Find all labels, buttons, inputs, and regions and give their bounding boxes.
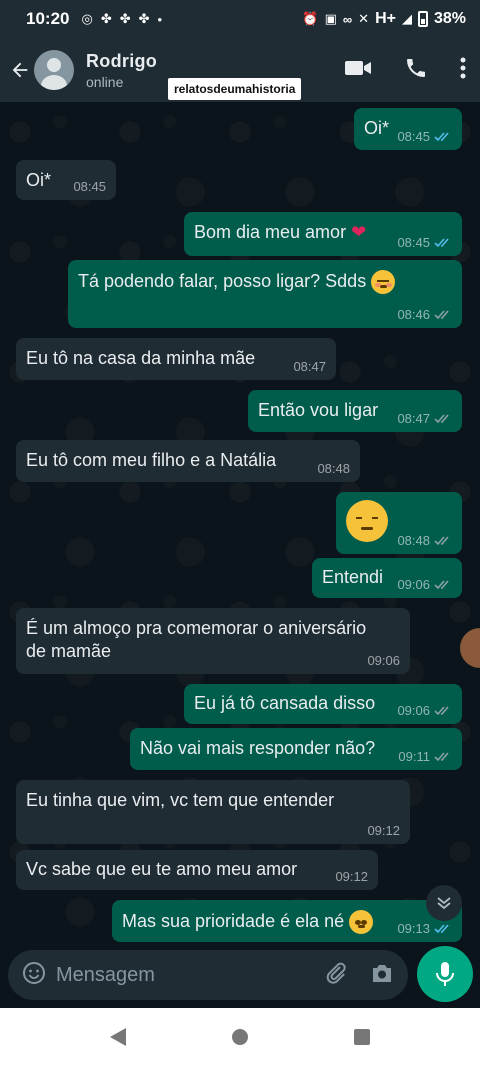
- message-time: 09:06: [367, 653, 400, 668]
- status-time: 10:20: [26, 9, 70, 28]
- message-time: 08:45: [397, 129, 430, 144]
- contact-status: online: [86, 73, 124, 90]
- notification-icon: ✤: [119, 11, 131, 26]
- message-outgoing[interactable]: Não vai mais responder não? 09:11: [130, 728, 462, 770]
- message-incoming[interactable]: É um almoço pra comemorar o aniversário …: [16, 608, 410, 674]
- message-text: Mas sua prioridade é ela né: [122, 910, 345, 931]
- message-outgoing[interactable]: Eu já tô cansada disso 09:06: [184, 684, 462, 724]
- read-receipt-icon: [434, 309, 452, 320]
- message-time: 09:11: [398, 749, 430, 764]
- microphone-icon: [436, 962, 454, 986]
- message-text: Tá podendo falar, posso ligar? Sdds: [78, 270, 367, 291]
- double-chevron-down-icon: [437, 897, 451, 910]
- battery-percent: 38%: [433, 10, 466, 27]
- status-bar: 10:20 ◎ ✤ ✤ ✤ • ⏰ ▣ ∞ ✕ H+ ◢ 38%: [0, 0, 480, 38]
- read-receipt-icon: [434, 237, 452, 248]
- message-text: Eu tô na casa da minha mãe: [26, 348, 256, 368]
- pleading-face-emoji-icon: [349, 910, 374, 934]
- message-outgoing[interactable]: Mas sua prioridade é ela né 09:13: [112, 900, 462, 942]
- message-incoming[interactable]: Eu tô com meu filho e a Natália 08:48: [16, 440, 360, 482]
- message-input[interactable]: Mensagem: [8, 950, 408, 1000]
- read-receipt-icon: [434, 923, 452, 934]
- system-nav-bar: [0, 1008, 480, 1066]
- cast-icon: ▣: [324, 11, 337, 26]
- voice-call-icon[interactable]: [404, 56, 428, 85]
- message-time: 09:13: [397, 921, 430, 936]
- scroll-to-bottom-button[interactable]: [426, 885, 462, 921]
- message-outgoing[interactable]: 08:48: [336, 492, 462, 554]
- nav-home-icon[interactable]: [232, 1029, 248, 1045]
- message-text-line2: de mamãe: [26, 641, 112, 661]
- message-outgoing[interactable]: Oi* 08:45: [354, 108, 462, 150]
- message-text: Eu tinha que vim, vc tem que entender: [26, 790, 335, 810]
- read-receipt-icon: [434, 751, 452, 762]
- message-time: 08:47: [397, 411, 430, 426]
- message-incoming[interactable]: Eu tinha que vim, vc tem que entender 09…: [16, 780, 410, 844]
- message-time: 08:48: [317, 461, 350, 476]
- watermark: relatosdeumahistoria: [168, 78, 302, 100]
- nav-recents-icon[interactable]: [354, 1029, 370, 1045]
- read-receipt-icon: [434, 131, 452, 142]
- contact-info[interactable]: Rodrigo online: [86, 51, 157, 90]
- attachment-icon[interactable]: [324, 961, 348, 990]
- unamused-face-emoji-icon: [346, 500, 388, 542]
- voice-message-button[interactable]: [417, 946, 473, 1002]
- message-text: Eu tô com meu filho e a Natália: [26, 450, 277, 470]
- camera-icon[interactable]: [370, 962, 394, 989]
- notification-icon: ✤: [100, 11, 112, 26]
- message-time: 08:45: [73, 179, 106, 194]
- signal-icon: ◢: [401, 11, 412, 26]
- message-incoming[interactable]: Eu tô na casa da minha mãe 08:47: [16, 338, 336, 380]
- more-notifications-icon: •: [157, 11, 163, 27]
- read-receipt-icon: [434, 579, 452, 590]
- message-time: 09:12: [335, 869, 368, 884]
- notification-icon: ✤: [138, 11, 150, 26]
- smiling-face-with-hearts-icon: [371, 270, 396, 294]
- link-icon: ∞: [342, 11, 353, 27]
- message-incoming[interactable]: Oi* 08:45: [16, 160, 116, 200]
- network-type: H+: [375, 10, 396, 27]
- message-time: 09:06: [397, 577, 430, 592]
- message-time: 08:47: [293, 359, 326, 374]
- message-time: 08:45: [397, 235, 430, 250]
- composer: Mensagem: [0, 946, 480, 1008]
- message-time: 08:46: [397, 307, 430, 322]
- contact-name: Rodrigo: [86, 50, 158, 71]
- avatar[interactable]: [34, 50, 74, 90]
- message-outgoing[interactable]: Então vou ligar 08:47: [248, 390, 462, 432]
- mute-icon: ✕: [358, 11, 370, 26]
- message-outgoing[interactable]: Tá podendo falar, posso ligar? Sdds 08:4…: [68, 260, 462, 328]
- message-text: É um almoço pra comemorar o aniversário: [26, 618, 367, 638]
- chat-area[interactable]: Oi* 08:45 Oi* 08:45 Bom dia meu amor ❤ 0…: [0, 102, 480, 950]
- message-outgoing[interactable]: Bom dia meu amor ❤ 08:45: [184, 212, 462, 256]
- message-time: 09:12: [367, 823, 400, 838]
- whatsapp-notification-icon: ◎: [81, 11, 93, 26]
- more-options-icon[interactable]: [460, 57, 466, 84]
- message-text: Vc sabe que eu te amo meu amor: [26, 859, 298, 879]
- alarm-icon: ⏰: [302, 11, 319, 26]
- message-incoming[interactable]: Vc sabe que eu te amo meu amor 09:12: [16, 850, 378, 890]
- message-time: 08:48: [397, 533, 430, 548]
- read-receipt-icon: [434, 535, 452, 546]
- message-outgoing[interactable]: Entendi 09:06: [312, 558, 462, 598]
- read-receipt-icon: [434, 413, 452, 424]
- read-receipt-icon: [434, 705, 452, 716]
- message-placeholder: Mensagem: [56, 963, 155, 986]
- message-time: 09:06: [397, 703, 430, 718]
- heart-emoji-icon: ❤: [351, 222, 367, 242]
- nav-back-icon[interactable]: [110, 1028, 126, 1046]
- message-text: Bom dia meu amor: [194, 222, 347, 242]
- emoji-icon[interactable]: [22, 961, 46, 990]
- video-call-icon[interactable]: [344, 58, 372, 83]
- back-arrow-icon[interactable]: [8, 58, 32, 82]
- battery-icon: [417, 11, 428, 27]
